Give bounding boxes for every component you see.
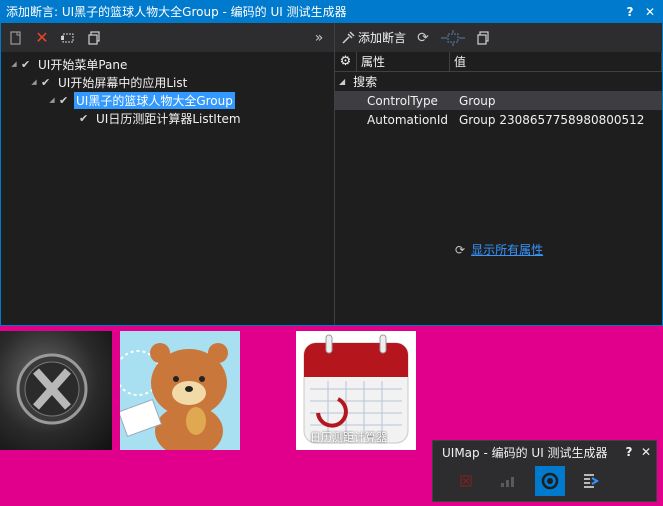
add-assertion-dialog: 添加断言: UI黑子的篮球人物大全Group - 编码的 UI 测试生成器 ? …: [0, 0, 663, 326]
tree-item-label: UI开始屏幕中的应用List: [58, 75, 188, 90]
gear-icon[interactable]: ⚙: [335, 52, 357, 71]
uimap-titlebar: UIMap - 编码的 UI 测试生成器 ? ✕: [433, 441, 656, 463]
tree-item-label: UI开始菜单Pane: [38, 57, 128, 72]
dialog-title: 添加断言: UI黑子的篮球人物大全Group - 编码的 UI 测试生成器: [6, 5, 347, 19]
calendar-caption: 日历测距计算器: [310, 431, 387, 444]
property-row-controltype[interactable]: ControlType Group: [335, 91, 662, 110]
refresh-icon: ⟳: [455, 242, 466, 257]
uimap-help-button[interactable]: ?: [622, 445, 636, 459]
collapse-arrow-icon[interactable]: ◢: [47, 96, 57, 104]
ui-control-map-pane: ✕ » ◢ ✔ UI开始菜单Pane ◢ ✔ UI开始屏幕中的应用List ◢ …: [1, 23, 335, 325]
property-value: Group: [459, 93, 496, 108]
column-header-value: 值: [450, 52, 662, 71]
category-label: 搜索: [353, 75, 378, 89]
column-header-property: 属性: [357, 52, 450, 71]
add-assertion-label: 添加断言: [358, 31, 407, 45]
new-icon[interactable]: [7, 27, 25, 49]
delete-icon[interactable]: ✕: [33, 27, 51, 49]
show-all-properties: ⟳ 显示所有属性: [455, 241, 543, 258]
steps-icon[interactable]: [493, 466, 523, 496]
property-row-automationid[interactable]: AutomationId Group 2308657758980800512: [335, 110, 662, 129]
tree-item-label: UI黑子的篮球人物大全Group: [74, 91, 235, 109]
check-icon: ✔: [21, 57, 31, 71]
help-button[interactable]: ?: [622, 5, 638, 19]
bear-character-icon: [120, 343, 228, 450]
properties-pane: 添加断言 ⟳ ⚙ 属性 值 ◢ 搜索 ControlType Group Aut…: [335, 23, 662, 325]
collapse-arrow-icon[interactable]: ◢: [29, 78, 39, 86]
select-icon[interactable]: [59, 27, 77, 49]
uimap-toolbar: [433, 463, 656, 499]
tree-item-calendar-listitem[interactable]: ✔ UI日历测距计算器ListItem: [1, 109, 334, 127]
dialog-titlebar: 添加断言: UI黑子的篮球人物大全Group - 编码的 UI 测试生成器 ? …: [1, 0, 662, 23]
calendar-calculator-tile[interactable]: 日历测距计算器: [296, 331, 416, 450]
control-tree: ◢ ✔ UI开始菜单Pane ◢ ✔ UI开始屏幕中的应用List ◢ ✔ UI…: [1, 52, 334, 127]
xmen-logo-icon: [16, 353, 88, 425]
refresh-icon[interactable]: ⟳: [414, 27, 432, 49]
collapse-arrow-icon[interactable]: ◢: [9, 60, 19, 68]
uimap-window: UIMap - 编码的 UI 测试生成器 ? ✕: [432, 440, 657, 502]
tree-item-app-list[interactable]: ◢ ✔ UI开始屏幕中的应用List: [1, 73, 334, 91]
tree-item-label: UI日历测距计算器ListItem: [96, 111, 241, 126]
category-search[interactable]: ◢ 搜索: [335, 72, 662, 91]
close-button[interactable]: ✕: [642, 5, 658, 19]
property-name: AutomationId: [367, 112, 449, 127]
uimap-title: UIMap - 编码的 UI 测试生成器: [442, 445, 608, 460]
left-toolbar: ✕ »: [1, 23, 334, 52]
check-icon: ✔: [59, 93, 69, 107]
check-icon: ✔: [41, 75, 51, 89]
collapse-arrow-icon[interactable]: ◢: [339, 77, 345, 86]
property-grid-header: ⚙ 属性 值: [335, 52, 662, 72]
tree-item-start-menu[interactable]: ◢ ✔ UI开始菜单Pane: [1, 55, 334, 73]
uimap-close-button[interactable]: ✕: [639, 445, 653, 459]
tree-item-kuroko-group[interactable]: ◢ ✔ UI黑子的篮球人物大全Group: [1, 91, 334, 109]
expand-pane-icon[interactable]: »: [310, 27, 328, 49]
xmen-tile[interactable]: [0, 331, 112, 450]
copy-icon[interactable]: [85, 27, 103, 49]
record-icon[interactable]: [451, 466, 481, 496]
kuroko-basketball-tile[interactable]: [120, 331, 240, 450]
right-toolbar: 添加断言 ⟳: [335, 23, 662, 52]
generate-code-icon[interactable]: [577, 466, 607, 496]
add-assertion-button[interactable]: 添加断言: [341, 27, 406, 49]
move-icon: [440, 27, 466, 49]
crosshair-target-icon[interactable]: [535, 466, 565, 496]
property-value: Group 2308657758980800512: [459, 112, 645, 127]
copy-icon[interactable]: [474, 27, 492, 49]
property-name: ControlType: [367, 93, 438, 108]
check-icon: ✔: [79, 111, 89, 125]
show-all-properties-link[interactable]: 显示所有属性: [471, 241, 543, 258]
